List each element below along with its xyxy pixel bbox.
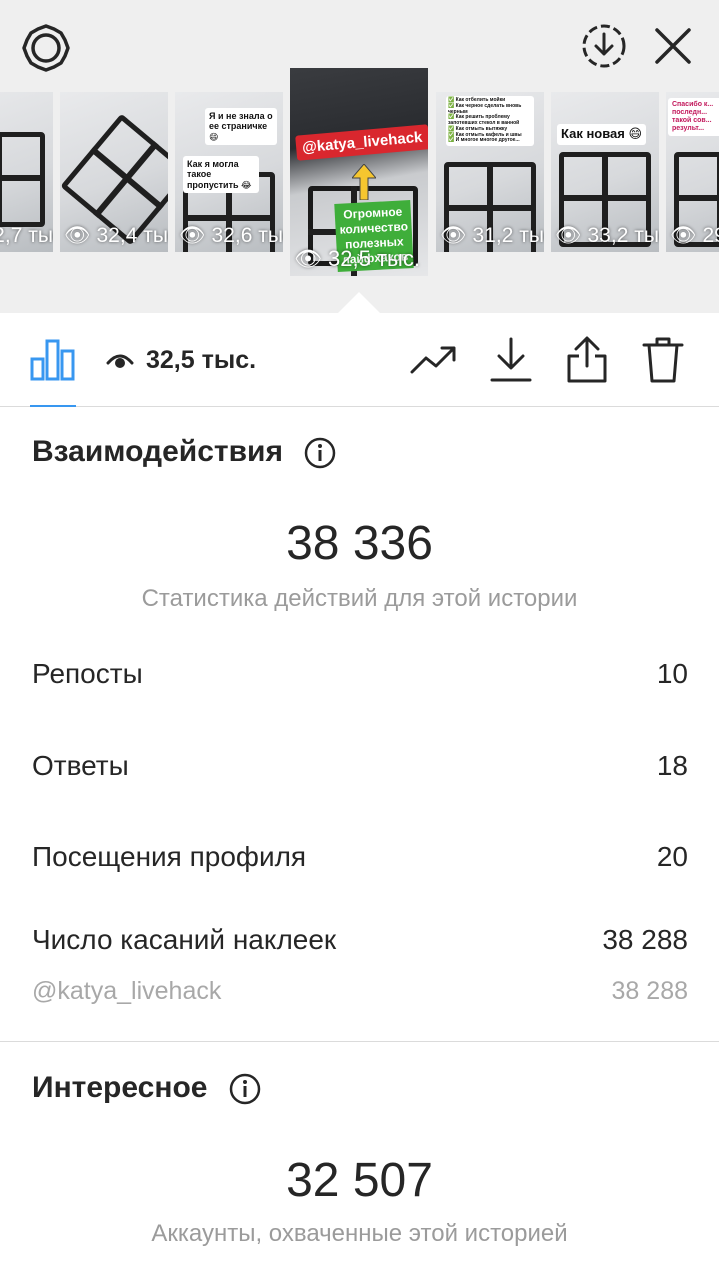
selection-pointer — [337, 292, 381, 314]
stat-label: @katya_livehack — [32, 977, 222, 1005]
stat-label: Репосты — [32, 658, 143, 689]
story-header: 👁 32,7 тыс. 👁 32,4 тыс. Я и не знала о е… — [0, 0, 719, 314]
section-title-interactions: Взаимодействия — [32, 435, 283, 468]
text-sticker: Как я могла такое пропустить 😂 — [183, 156, 259, 194]
story-thumbnail[interactable]: Я и не знала о ее страничке 😄 Как я могл… — [175, 92, 283, 252]
checklist-sticker: ✅ Как отбелить мойки ✅ Как черное сделат… — [446, 96, 534, 146]
stat-label: Посещения профиля — [32, 841, 307, 872]
share-button[interactable] — [562, 335, 612, 385]
active-tab-indicator — [30, 405, 76, 407]
story-thumbnail-selected[interactable]: @katya_livehack Огромное количество поле… — [290, 68, 428, 276]
stat-row-replies: Ответы 18 — [32, 750, 688, 782]
delete-button[interactable] — [638, 335, 688, 385]
thumbnail-views: 👁 32,4 тыс. — [64, 224, 168, 247]
interactions-total: 38 336 — [286, 517, 433, 570]
stat-value: 38 288 — [602, 924, 688, 955]
story-thumbnail[interactable]: Как новая 😄 👁 33,2 тыс. — [551, 92, 659, 252]
insights-toolbar: 32,5 тыс. — [0, 313, 719, 407]
bar-chart-icon — [30, 339, 75, 381]
text-sticker: Как новая 😄 — [557, 124, 647, 145]
gear-icon — [22, 24, 70, 72]
reach-total: 32 507 — [286, 1154, 433, 1207]
close-button[interactable] — [648, 20, 698, 72]
trending-up-icon — [410, 346, 456, 374]
tab-insights[interactable] — [30, 339, 76, 381]
download-button[interactable] — [486, 335, 536, 385]
promote-button[interactable] — [409, 335, 459, 385]
stat-label: Число касаний наклеек — [32, 924, 337, 955]
stove-grate-image — [0, 132, 45, 227]
stat-value: 20 — [656, 841, 688, 872]
stat-value: 10 — [656, 658, 688, 689]
story-thumbnail[interactable]: ✅ Как отбелить мойки ✅ Как черное сделат… — [436, 92, 544, 252]
story-thumbnail[interactable]: Спасибо к... последн... такой сов... рез… — [666, 92, 719, 252]
share-icon — [567, 336, 607, 383]
thumbnail-views: 👁 29 — [670, 224, 719, 247]
story-thumbnail[interactable]: 👁 32,7 тыс. — [0, 92, 53, 252]
thumbnail-views: 👁 31,2 тыс. — [440, 224, 544, 247]
thumbnail-views: 👁 33,2 тыс. — [555, 224, 659, 247]
stat-row-shares: Репосты 10 — [32, 658, 688, 690]
save-story-button[interactable] — [578, 20, 630, 72]
stat-label: Ответы — [32, 750, 129, 781]
stat-value: 18 — [656, 750, 688, 781]
text-sticker: Спасибо к... последн... такой сов... рез… — [668, 98, 719, 137]
thumbnail-views: 👁 32,5 тыс. — [294, 246, 420, 271]
stat-row-sticker-taps: Число касаний наклеек 38 288 — [32, 924, 688, 956]
thumbnail-views: 👁 32,6 тыс. — [179, 224, 283, 247]
mention-sticker: @katya_livehack — [295, 124, 428, 161]
text-sticker: Я и не знала о ее страничке 😄 — [205, 108, 277, 146]
close-icon — [655, 28, 691, 64]
story-thumbnail[interactable]: 👁 32,4 тыс. — [60, 92, 168, 252]
info-icon[interactable] — [304, 437, 336, 469]
download-icon — [490, 337, 532, 382]
thumbnail-views: 👁 32,7 тыс. — [0, 224, 53, 247]
reach-caption: Аккаунты, охваченные этой историей — [151, 1220, 568, 1247]
info-icon[interactable] — [229, 1073, 261, 1105]
section-title-discovery: Интересное — [32, 1071, 208, 1104]
stat-row-profile-visits: Посещения профиля 20 — [32, 841, 688, 873]
settings-button[interactable] — [18, 20, 74, 76]
eye-icon — [106, 354, 134, 368]
stat-row-mention-taps: @katya_livehack 38 288 — [32, 977, 688, 1006]
trash-icon — [642, 337, 684, 383]
stat-value: 38 288 — [611, 977, 688, 1005]
section-divider — [0, 1041, 719, 1042]
arrow-up-icon — [352, 164, 376, 200]
story-views-count: 32,5 тыс. — [146, 346, 257, 374]
download-circle-icon — [582, 24, 626, 68]
interactions-caption: Статистика действий для этой истории — [141, 585, 578, 612]
